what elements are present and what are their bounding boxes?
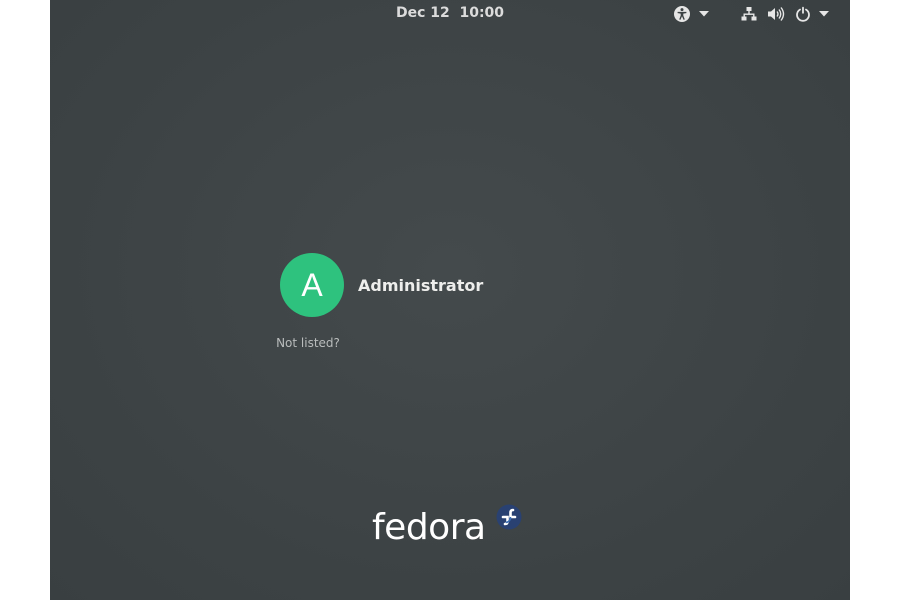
- clock-button[interactable]: Dec 12 10:00: [50, 0, 850, 27]
- network-icon: [741, 6, 757, 22]
- accessibility-icon: [673, 5, 691, 23]
- system-menu[interactable]: [741, 4, 829, 24]
- chevron-down-icon: [699, 11, 709, 17]
- user-name: Administrator: [358, 275, 484, 295]
- avatar: A: [280, 253, 344, 317]
- logo-text: fedora: [372, 507, 486, 548]
- accessibility-menu[interactable]: [673, 4, 709, 24]
- volume-icon: [767, 6, 785, 22]
- user-item-administrator[interactable]: A Administrator: [280, 253, 483, 317]
- fedora-infinity-icon: [496, 504, 522, 534]
- top-bar: Dec 12 10:00: [50, 0, 850, 27]
- not-listed-button[interactable]: Not listed?: [256, 336, 360, 350]
- chevron-down-icon: [819, 11, 829, 17]
- power-icon: [795, 6, 811, 22]
- login-screen: Dec 12 10:00 A Administrator Not listed?…: [50, 0, 850, 600]
- fedora-logo: fedora: [372, 502, 526, 554]
